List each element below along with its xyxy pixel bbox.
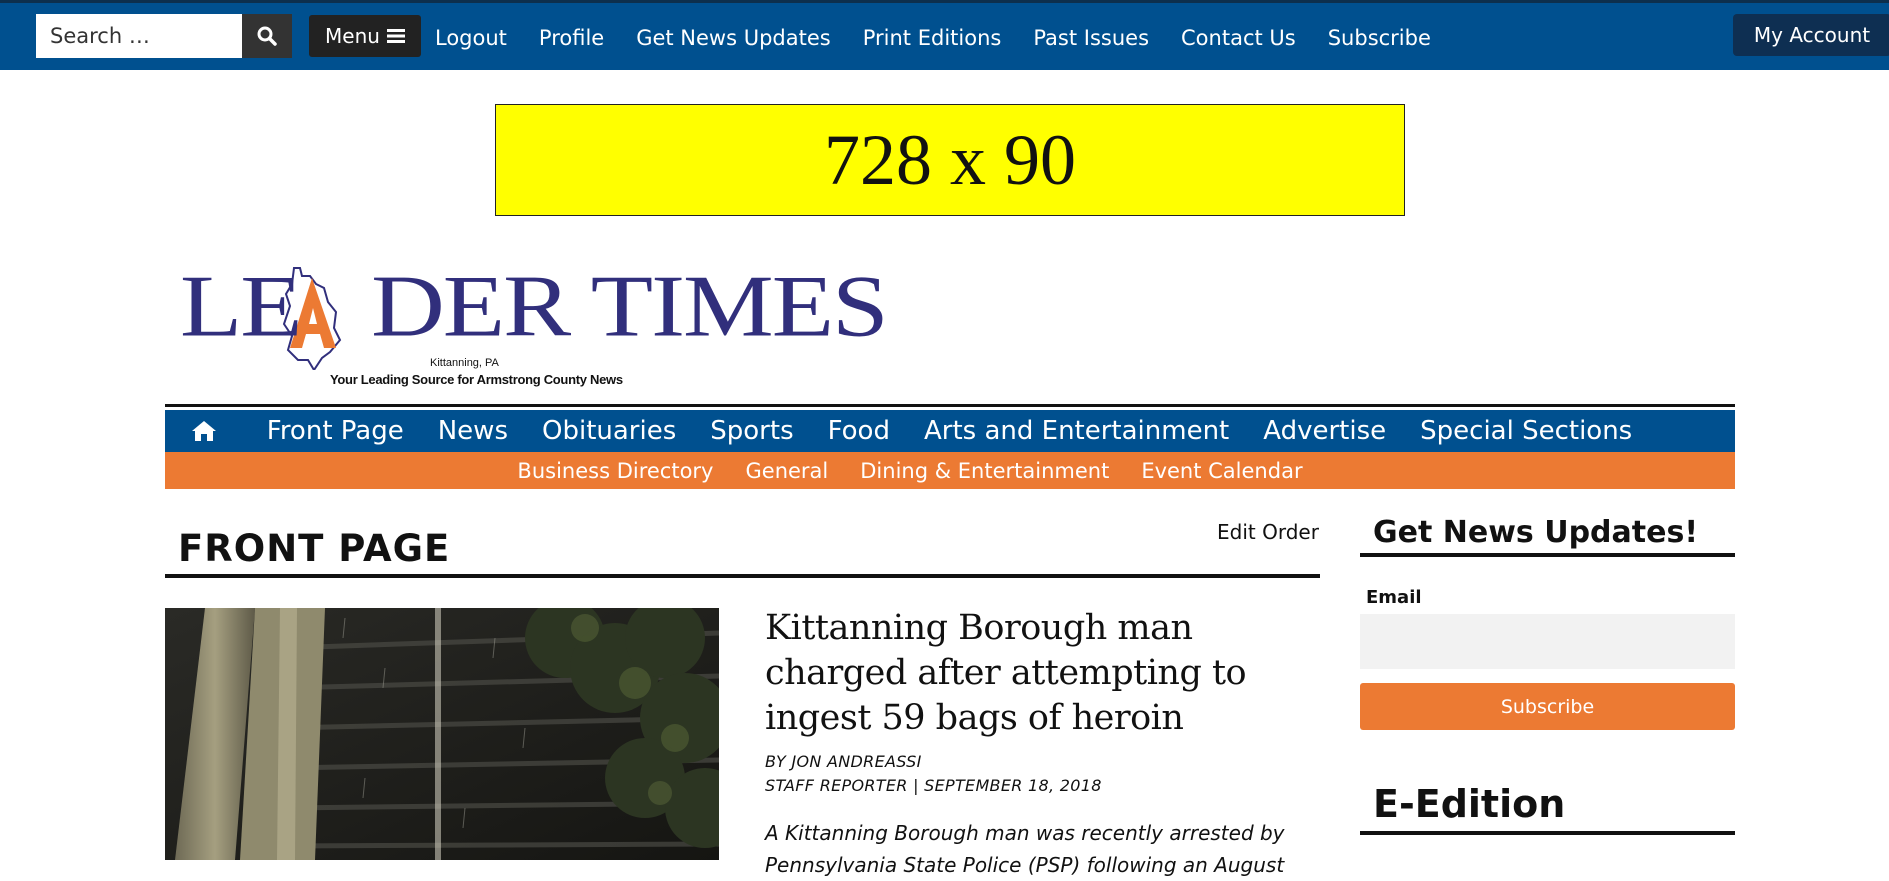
nav-top-rule xyxy=(165,404,1735,407)
nav-special-sections[interactable]: Special Sections xyxy=(1420,416,1632,446)
menu-button[interactable]: Menu xyxy=(309,15,421,57)
story-excerpt: A Kittanning Borough man was recently ar… xyxy=(765,821,1285,877)
logo-city: Kittanning, PA xyxy=(430,357,499,369)
story-photo-image xyxy=(165,608,719,860)
subnav-general[interactable]: General xyxy=(746,459,829,483)
get-news-updates-link[interactable]: Get News Updates xyxy=(636,26,831,50)
home-link[interactable] xyxy=(191,420,217,442)
e-edition-heading: E-Edition xyxy=(1373,782,1566,826)
nav-news[interactable]: News xyxy=(438,416,508,446)
story-headline[interactable]: Kittanning Borough man charged after att… xyxy=(765,606,1285,741)
top-links: Logout Profile Get News Updates Print Ed… xyxy=(435,3,1463,73)
site-logo[interactable]: LE​ DER TIMES Kittanning, PA Your Leadin… xyxy=(178,262,889,392)
logo-wordmark: LE​ DER TIMES xyxy=(180,257,889,356)
subscribe-link[interactable]: Subscribe xyxy=(1328,26,1431,50)
email-field[interactable] xyxy=(1360,614,1735,669)
section-rule xyxy=(165,574,1320,578)
edit-order-link[interactable]: Edit Order xyxy=(1217,520,1319,544)
print-editions-link[interactable]: Print Editions xyxy=(863,26,1002,50)
my-account-button[interactable]: My Account xyxy=(1733,14,1889,56)
home-icon xyxy=(191,421,216,441)
search-form xyxy=(36,14,292,58)
email-label: Email xyxy=(1366,587,1422,608)
news-updates-heading: Get News Updates! xyxy=(1373,515,1699,550)
subnav-dining-entertainment[interactable]: Dining & Entertainment xyxy=(860,459,1109,483)
search-icon xyxy=(257,26,277,46)
ad-size-text: 728 x 90 xyxy=(824,119,1076,200)
section-title: FRONT PAGE xyxy=(178,527,451,570)
nav-sports[interactable]: Sports xyxy=(710,416,793,446)
news-updates-rule xyxy=(1360,553,1735,557)
story-photo[interactable] xyxy=(165,608,719,860)
menu-label: Menu xyxy=(325,24,380,48)
nav-front-page[interactable]: Front Page xyxy=(267,416,404,446)
nav-obituaries[interactable]: Obituaries xyxy=(542,416,676,446)
story-byline: BY JON ANDREASSI STAFF REPORTER | SEPTEM… xyxy=(765,750,1102,798)
logout-link[interactable]: Logout xyxy=(435,26,507,50)
story-meta: STAFF REPORTER | SEPTEMBER 18, 2018 xyxy=(765,776,1102,795)
nav-arts-and-entertainment[interactable]: Arts and Entertainment xyxy=(924,416,1229,446)
past-issues-link[interactable]: Past Issues xyxy=(1033,26,1149,50)
subscribe-button[interactable]: Subscribe xyxy=(1360,683,1735,730)
main-nav: Front Page News Obituaries Sports Food A… xyxy=(165,410,1735,452)
subnav-event-calendar[interactable]: Event Calendar xyxy=(1141,459,1302,483)
top-utility-bar: Menu Logout Profile Get News Updates Pri… xyxy=(0,0,1889,70)
hamburger-icon xyxy=(386,29,405,43)
logo-tagline: Your Leading Source for Armstrong County… xyxy=(330,372,623,387)
nav-advertise[interactable]: Advertise xyxy=(1263,416,1386,446)
story-author: BY JON ANDREASSI xyxy=(765,752,922,771)
profile-link[interactable]: Profile xyxy=(539,26,604,50)
e-edition-rule xyxy=(1360,831,1735,835)
sub-nav: Business Directory General Dining & Ente… xyxy=(165,452,1735,489)
search-button[interactable] xyxy=(242,14,292,58)
nav-food[interactable]: Food xyxy=(828,416,890,446)
banner-ad[interactable]: 728 x 90 xyxy=(495,104,1405,216)
subnav-business-directory[interactable]: Business Directory xyxy=(517,459,713,483)
contact-us-link[interactable]: Contact Us xyxy=(1181,26,1296,50)
search-input[interactable] xyxy=(36,14,242,58)
